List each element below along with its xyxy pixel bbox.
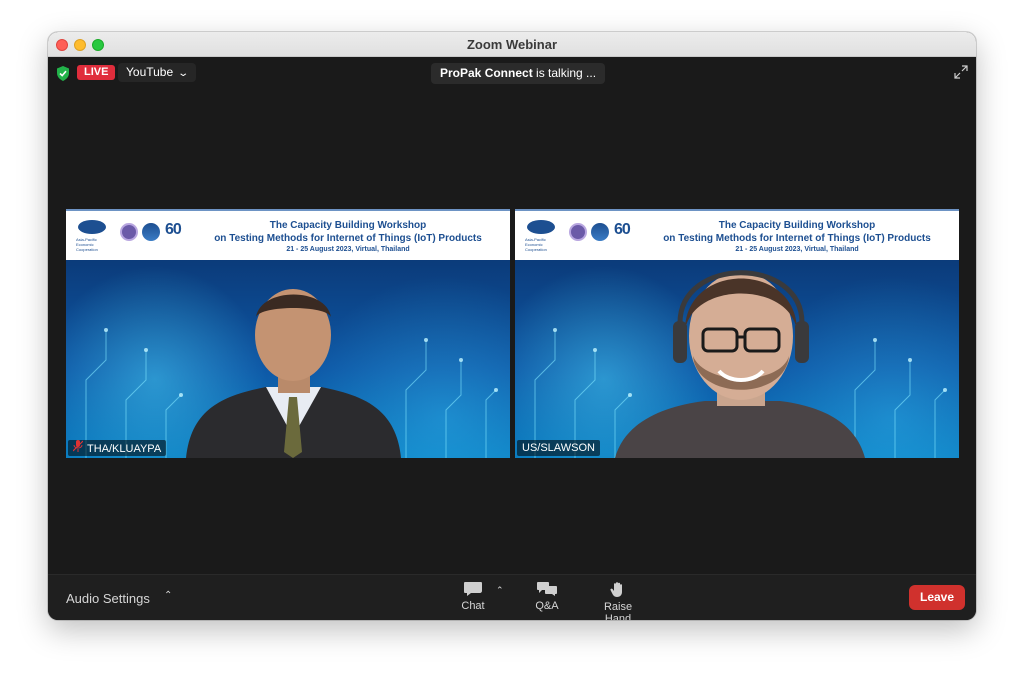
banner-title-line2: on Testing Methods for Internet of Thing… [214, 233, 482, 244]
banner-title-line1: The Capacity Building Workshop [718, 220, 876, 231]
chat-button[interactable]: Chat [458, 581, 488, 612]
audio-settings-button[interactable]: Audio Settings [66, 591, 150, 606]
qa-button[interactable]: Q&A [532, 581, 562, 612]
video-tile-1[interactable]: Asia-Pacific Economic Cooperation 60 The… [66, 209, 510, 458]
banner-date: 21 - 25 August 2023, Virtual, Thailand [735, 246, 859, 253]
banner-date: 21 - 25 August 2023, Virtual, Thailand [286, 246, 410, 253]
chat-icon [464, 582, 482, 596]
video-tile-2[interactable]: Asia-Pacific Economic Cooperation 60 The… [515, 209, 959, 458]
raise-hand-icon [610, 582, 622, 597]
raise-hand-label: Raise Hand [603, 601, 633, 620]
banner-title-line1: The Capacity Building Workshop [269, 220, 427, 231]
raise-hand-button[interactable]: Raise Hand [590, 581, 646, 620]
participant-video [615, 270, 865, 458]
fullscreen-icon[interactable] [954, 65, 968, 79]
apec-logo [527, 220, 555, 234]
anniversary-logo: 60 [165, 221, 182, 238]
apec-logo-text: Asia-Pacific Economic Cooperation [76, 237, 98, 252]
workshop-banner: Asia-Pacific Economic Cooperation 60 The… [66, 209, 510, 260]
anniversary-logo: 60 [614, 221, 631, 238]
participant-name: US/SLAWSON [522, 442, 595, 454]
window-title: Zoom Webinar [466, 37, 558, 52]
live-badge[interactable]: LIVE [77, 65, 116, 80]
chevron-down-icon: ⌄ [177, 68, 190, 79]
agency-logo [591, 223, 609, 241]
muted-mic-icon [73, 440, 83, 452]
talking-speaker-name: ProPak Connect [440, 66, 533, 80]
chat-label: Chat [461, 600, 485, 612]
stream-target-label: YouTube [126, 65, 174, 79]
participant-name-tag: US/SLAWSON [517, 440, 600, 456]
chevron-up-icon[interactable]: ⌃ [496, 585, 504, 596]
stream-target-dropdown[interactable]: YouTube ⌄ [118, 63, 196, 82]
agency-logo [142, 223, 160, 241]
workshop-banner: Asia-Pacific Economic Cooperation 60 The… [515, 209, 959, 260]
apec-logo-text: Asia-Pacific Economic Cooperation [525, 237, 547, 252]
meeting-toolbar: Audio Settings ⌃ Chat ⌃ Q&A Raise Hand L… [48, 574, 976, 620]
talking-suffix: is talking ... [532, 66, 597, 80]
leave-button[interactable]: Leave [909, 585, 965, 610]
banner-title-line2: on Testing Methods for Internet of Thing… [663, 233, 931, 244]
chevron-up-icon[interactable]: ⌃ [164, 590, 172, 601]
video-stage: LIVE YouTube ⌄ ProPak Connect is talking … [48, 57, 976, 574]
apec-logo [78, 220, 106, 234]
talking-indicator: ProPak Connect is talking ... [431, 63, 606, 84]
qa-label: Q&A [535, 600, 559, 612]
seal-logo [569, 223, 587, 241]
participant-name: THA/KLUAYPA [87, 443, 162, 455]
participant-name-tag: THA/KLUAYPA [68, 440, 167, 456]
participant-video [186, 289, 401, 458]
seal-logo [120, 223, 138, 241]
zoom-window: Zoom Webinar LIVE YouTube ⌄ ProPak Connec… [48, 32, 976, 620]
shield-check-icon[interactable] [56, 66, 70, 81]
qa-icon [537, 582, 557, 596]
title-bar: Zoom Webinar [48, 32, 976, 57]
